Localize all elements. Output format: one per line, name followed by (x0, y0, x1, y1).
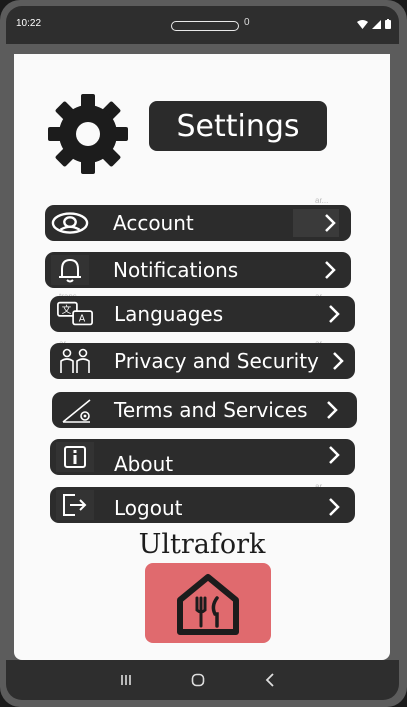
svg-text:文: 文 (62, 304, 72, 316)
chevron-right-icon (329, 305, 340, 323)
home-button[interactable] (186, 668, 210, 692)
menu-item-terms-services[interactable]: Terms and Services (52, 392, 357, 428)
people-icon (56, 346, 94, 376)
menu-item-label: Logout (114, 496, 183, 520)
menu-item-label: Terms and Services (114, 398, 308, 422)
account-icon (51, 208, 89, 238)
camera-indicator: 0 (244, 17, 250, 28)
chevron-right-icon (325, 214, 336, 232)
recents-icon (121, 675, 131, 685)
menu-item-logout[interactable]: Logout (50, 487, 355, 523)
info-icon (56, 442, 94, 472)
svg-text:A: A (79, 314, 86, 325)
ultrafork-logo (145, 563, 271, 643)
translate-icon: 文A (56, 299, 94, 329)
system-nav-bar (6, 660, 399, 700)
wifi-icon (357, 19, 368, 29)
signal-icon (372, 19, 381, 29)
menu-item-label: Account (113, 211, 194, 235)
brand-name: Ultrafork (138, 529, 266, 560)
notch-pill (171, 21, 239, 31)
chevron-right-icon (325, 261, 336, 279)
menu-item-notifications[interactable]: Notifications (45, 252, 351, 288)
page-title: Settings (149, 101, 327, 151)
recents-button[interactable] (114, 668, 138, 692)
gear-icon (48, 94, 128, 174)
chevron-right-icon (329, 498, 340, 516)
menu-item-label: Notifications (113, 258, 239, 282)
home-icon (191, 673, 205, 687)
logout-icon (56, 490, 94, 520)
chevron-right-icon (327, 401, 338, 419)
bell-icon (51, 255, 89, 285)
menu-item-account[interactable]: Account (45, 205, 351, 241)
menu-item-about[interactable]: About (50, 439, 355, 476)
menu-item-label: Privacy and Security (114, 349, 319, 373)
menu-item-label: Languages (114, 302, 224, 326)
alt-text-label: ar... (315, 196, 329, 205)
back-button[interactable] (258, 668, 282, 692)
chevron-right-icon (329, 446, 340, 464)
status-icons (357, 19, 391, 29)
status-time: 10:22 (16, 18, 42, 29)
settings-screen: Settings Account ar... Notifications tra… (14, 54, 390, 660)
menu-item-languages[interactable]: 文A Languages (50, 296, 355, 332)
back-icon (265, 673, 274, 687)
restaurant-house-icon (177, 574, 239, 635)
menu-item-label: About (114, 452, 174, 476)
menu-item-privacy-security[interactable]: Privacy and Security (50, 343, 355, 379)
terms-icon (58, 395, 96, 425)
status-bar: 10:22 0 (6, 6, 399, 44)
phone-frame: 10:22 0 Settings Account ar... Notificat… (0, 0, 407, 707)
chevron-right-icon (333, 352, 344, 370)
battery-icon (385, 19, 391, 29)
